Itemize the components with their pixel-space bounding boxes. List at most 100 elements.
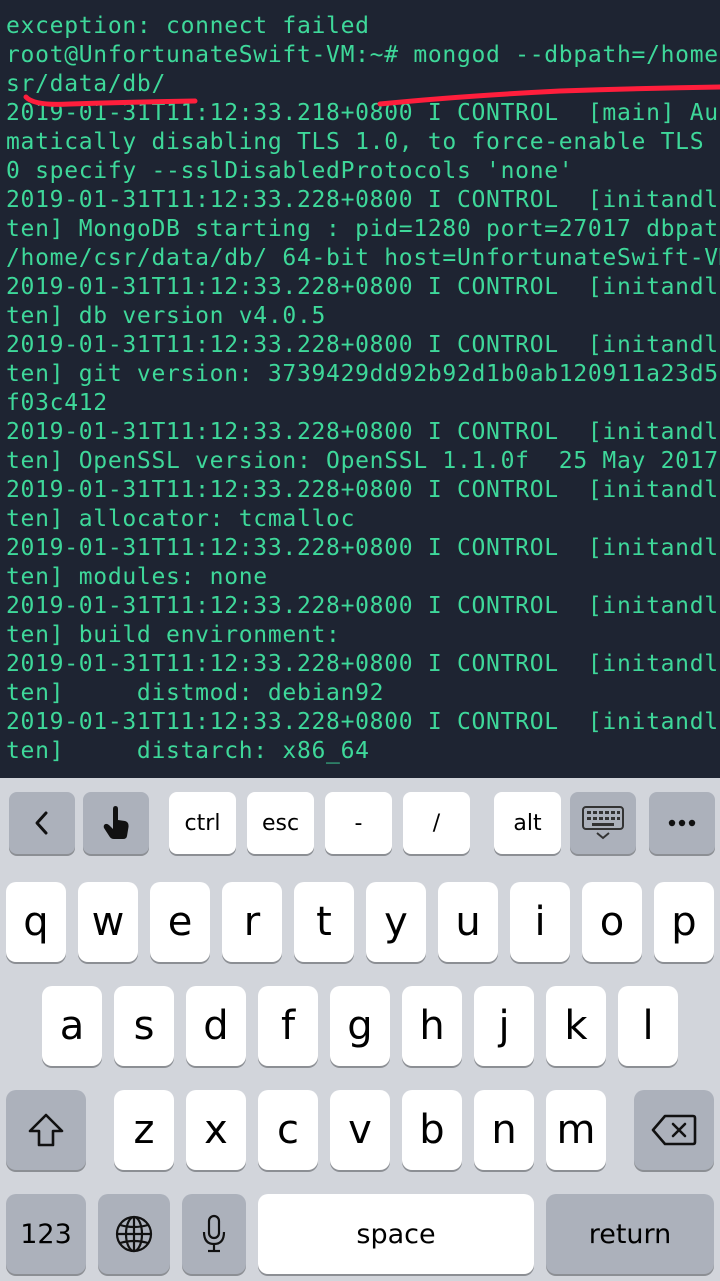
- key-j[interactable]: j: [474, 986, 534, 1066]
- return-key[interactable]: return: [546, 1194, 714, 1274]
- shift-arrow-icon: [27, 1112, 65, 1148]
- key-label: v: [348, 1107, 372, 1153]
- key-label: x: [204, 1107, 228, 1153]
- key-label: y: [384, 899, 408, 945]
- terminal-line: ten] OpenSSL version: OpenSSL 1.1.0f 25 …: [6, 448, 719, 474]
- key-b[interactable]: b: [402, 1090, 462, 1170]
- terminal-line: ten] git version: 3739429dd92b92d1b0ab12…: [6, 361, 720, 387]
- return-key-label: return: [588, 1218, 672, 1250]
- ctrl-key-label: ctrl: [184, 810, 221, 836]
- key-y[interactable]: y: [366, 882, 426, 962]
- ellipsis-icon: [668, 819, 696, 827]
- key-h[interactable]: h: [402, 986, 462, 1066]
- microphone-icon: [201, 1214, 227, 1254]
- keyboard-dismiss-icon: [581, 805, 625, 841]
- slash-key-label: /: [432, 810, 441, 836]
- key-l[interactable]: l: [618, 986, 678, 1066]
- key-r[interactable]: r: [222, 882, 282, 962]
- key-u[interactable]: u: [438, 882, 498, 962]
- terminal-line: 2019-01-31T11:12:33.228+0800 I CONTROL […: [6, 651, 720, 677]
- terminal-line: 2019-01-31T11:12:33.228+0800 I CONTROL […: [6, 332, 720, 358]
- key-label: h: [419, 1003, 445, 1049]
- key-g[interactable]: g: [330, 986, 390, 1066]
- numbers-key[interactable]: 123: [6, 1194, 86, 1274]
- globe-key[interactable]: [98, 1194, 170, 1274]
- delete-key[interactable]: [634, 1090, 714, 1170]
- key-z[interactable]: z: [114, 1090, 174, 1170]
- key-label: b: [419, 1107, 445, 1153]
- key-label: a: [59, 1003, 85, 1049]
- terminal-output[interactable]: exception: connect failed root@Unfortuna…: [0, 0, 720, 778]
- numbers-key-label: 123: [20, 1218, 72, 1250]
- hide-keyboard-key[interactable]: [570, 792, 636, 854]
- key-v[interactable]: v: [330, 1090, 390, 1170]
- terminal-line: 2019-01-31T11:12:33.228+0800 I CONTROL […: [6, 419, 720, 445]
- key-label: p: [671, 899, 697, 945]
- key-t[interactable]: t: [294, 882, 354, 962]
- ctrl-key[interactable]: ctrl: [169, 792, 236, 854]
- key-label: n: [491, 1107, 517, 1153]
- key-label: w: [91, 899, 125, 945]
- slash-key[interactable]: /: [403, 792, 470, 854]
- key-s[interactable]: s: [114, 986, 174, 1066]
- terminal-line: ten] allocator: tcmalloc: [6, 506, 356, 532]
- key-label: j: [498, 1003, 510, 1049]
- key-m[interactable]: m: [546, 1090, 606, 1170]
- esc-key[interactable]: esc: [247, 792, 314, 854]
- terminal-line: ten] build environment:: [6, 622, 341, 648]
- shift-key[interactable]: [6, 1090, 86, 1170]
- key-label: f: [280, 1003, 296, 1049]
- terminal-line: ten] distarch: x86_64: [6, 738, 370, 764]
- key-label: k: [564, 1003, 588, 1049]
- key-d[interactable]: d: [186, 986, 246, 1066]
- key-p[interactable]: p: [654, 882, 714, 962]
- terminal-line: ten] modules: none: [6, 564, 268, 590]
- esc-key-label: esc: [261, 810, 300, 836]
- terminal-line: 2019-01-31T11:12:33.228+0800 I CONTROL […: [6, 593, 720, 619]
- terminal-line: 2019-01-31T11:12:33.228+0800 I CONTROL […: [6, 274, 720, 300]
- key-label: u: [455, 899, 481, 945]
- dash-key-label: -: [354, 810, 363, 836]
- key-w[interactable]: w: [78, 882, 138, 962]
- dash-key[interactable]: -: [325, 792, 392, 854]
- key-label: l: [642, 1003, 654, 1049]
- key-a[interactable]: a: [42, 986, 102, 1066]
- globe-icon: [114, 1214, 154, 1254]
- key-i[interactable]: i: [510, 882, 570, 962]
- dictation-key[interactable]: [182, 1194, 246, 1274]
- key-label: o: [599, 899, 625, 945]
- terminal-line: 2019-01-31T11:12:33.228+0800 I CONTROL […: [6, 477, 720, 503]
- terminal-line: ten] db version v4.0.5: [6, 303, 327, 329]
- key-c[interactable]: c: [258, 1090, 318, 1170]
- more-key[interactable]: [649, 792, 715, 854]
- terminal-line: f03c412: [6, 390, 108, 416]
- key-label: q: [23, 899, 49, 945]
- key-label: m: [556, 1107, 596, 1153]
- key-label: r: [243, 899, 261, 945]
- backspace-icon: [651, 1114, 697, 1146]
- touch-mode-key[interactable]: [83, 792, 149, 854]
- arrow-left-key[interactable]: [9, 792, 75, 854]
- key-f[interactable]: f: [258, 986, 318, 1066]
- terminal-line: 2019-01-31T11:12:33.228+0800 I CONTROL […: [6, 187, 720, 213]
- terminal-line: 0 specify --sslDisabledProtocols 'none': [6, 158, 574, 184]
- key-label: s: [133, 1003, 155, 1049]
- space-key[interactable]: space: [258, 1194, 534, 1274]
- terminal-line: ten] MongoDB starting : pid=1280 port=27…: [6, 216, 720, 242]
- on-screen-keyboard: ctrl esc - / alt q w e r t y u i o p a s…: [0, 778, 720, 1281]
- terminal-line: 2019-01-31T11:12:33.228+0800 I CONTROL […: [6, 535, 720, 561]
- key-e[interactable]: e: [150, 882, 210, 962]
- key-label: i: [534, 899, 546, 945]
- hand-pointer-icon: [101, 805, 131, 841]
- key-k[interactable]: k: [546, 986, 606, 1066]
- key-label: t: [316, 899, 332, 945]
- key-label: e: [167, 899, 193, 945]
- terminal-line: 2019-01-31T11:12:33.228+0800 I CONTROL […: [6, 709, 720, 735]
- alt-key[interactable]: alt: [494, 792, 561, 854]
- key-q[interactable]: q: [6, 882, 66, 962]
- space-key-label: space: [356, 1218, 436, 1250]
- key-label: c: [277, 1107, 299, 1153]
- key-o[interactable]: o: [582, 882, 642, 962]
- key-x[interactable]: x: [186, 1090, 246, 1170]
- key-n[interactable]: n: [474, 1090, 534, 1170]
